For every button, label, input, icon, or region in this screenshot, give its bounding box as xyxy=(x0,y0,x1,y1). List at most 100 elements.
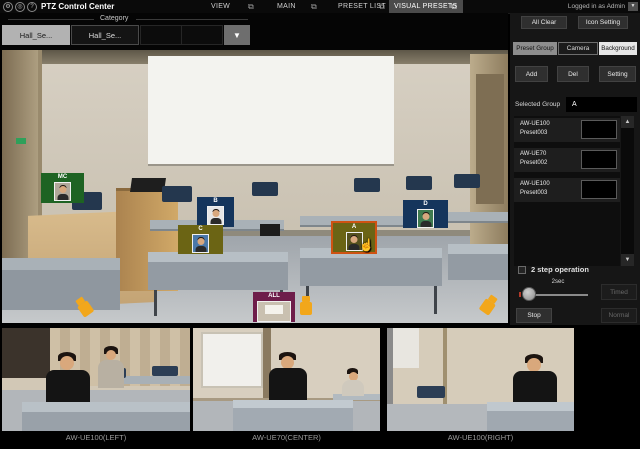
gear-icon[interactable]: ⚙ xyxy=(3,2,13,12)
preset-list-scrollbar[interactable]: ▲ ▼ xyxy=(621,116,634,266)
category-label: Category xyxy=(100,15,129,22)
camera-view-right[interactable] xyxy=(387,328,574,431)
preset-list-item[interactable]: AW-UE100 Preset003 xyxy=(514,118,620,142)
preset-marker-all[interactable]: ALL xyxy=(253,292,295,322)
person-head xyxy=(106,350,116,360)
person-body xyxy=(513,371,557,405)
face-head xyxy=(212,210,219,217)
scene-table xyxy=(448,244,508,254)
login-status: Logged in as Admin xyxy=(567,3,625,10)
help-icon[interactable]: ? xyxy=(27,2,37,12)
selected-group-field[interactable]: A xyxy=(566,97,637,112)
person-body xyxy=(269,368,307,402)
camera-view-center[interactable] xyxy=(193,328,380,431)
category-bar: Category Hall_Se... Hall_Se... ▼ xyxy=(0,13,508,50)
marker-label: B xyxy=(213,198,218,204)
camera-icon-center[interactable] xyxy=(298,295,314,316)
tab-background[interactable]: Background xyxy=(599,42,637,55)
marker-face-thumbnail xyxy=(192,234,209,253)
camera-view-left[interactable] xyxy=(2,328,190,431)
external-link-icon[interactable]: ⧉ xyxy=(379,2,385,11)
scene-chair xyxy=(406,176,432,190)
face-body xyxy=(348,244,360,250)
marker-face-thumbnail xyxy=(54,182,71,201)
all-clear-button[interactable]: All Clear xyxy=(521,16,567,29)
scene-table xyxy=(22,402,190,412)
scene-table-leg xyxy=(434,286,437,314)
preset-list-item[interactable]: AW-UE70 Preset002 xyxy=(514,148,620,172)
person-body xyxy=(342,380,364,396)
person-body xyxy=(98,360,124,388)
preset-marker-mc[interactable]: MC xyxy=(41,173,84,203)
menu-main[interactable]: MAIN xyxy=(277,3,296,10)
marker-label: C xyxy=(198,226,203,232)
slider-value-label: 2sec xyxy=(551,279,565,285)
thumbnail-screen xyxy=(265,305,283,314)
speed-slider-knob[interactable] xyxy=(522,287,536,301)
marker-face-thumbnail xyxy=(417,209,434,228)
app-title: PTZ Control Center xyxy=(41,2,115,11)
tab-camera[interactable]: Camera xyxy=(558,42,598,55)
speed-slider-track[interactable] xyxy=(528,294,588,296)
camera-monitor-strip: AW-UE100(LEFT) AW-UE70(CENTER) AW-UE100(… xyxy=(0,327,640,449)
category-tab-2[interactable]: Hall_Se... xyxy=(71,25,139,45)
preset-camera-name: AW-UE70 xyxy=(520,151,547,157)
preset-marker-b[interactable]: B xyxy=(197,197,234,227)
preset-list-item[interactable]: AW-UE100 Preset003 xyxy=(514,178,620,202)
preset-marker-d[interactable]: D xyxy=(403,200,448,228)
hand-cursor-icon: ☝ xyxy=(359,238,374,252)
marker-room-thumbnail xyxy=(257,301,291,322)
camera-icon-body xyxy=(300,302,312,315)
scene-table-panel xyxy=(2,270,120,310)
face-body xyxy=(195,246,206,252)
normal-button[interactable]: Normal xyxy=(601,308,637,323)
category-tab-1[interactable]: Hall_Se... xyxy=(2,25,70,45)
face-head xyxy=(422,213,429,220)
face-head xyxy=(59,186,66,193)
scene-table-panel xyxy=(22,412,190,431)
menu-view[interactable]: VIEW xyxy=(211,3,230,10)
device-icon[interactable]: ◎ xyxy=(15,2,25,12)
timed-button[interactable]: Timed xyxy=(601,284,637,300)
category-tab-empty xyxy=(140,25,182,45)
face-body xyxy=(57,194,68,200)
preset-control-panel: All Clear Icon Setting Preset Group Came… xyxy=(510,13,640,325)
menu-visual-presets[interactable]: VISUAL PRESETS ⧉ xyxy=(389,0,463,13)
preset-name: Preset003 xyxy=(520,190,548,196)
marker-face-thumbnail xyxy=(207,206,224,225)
scene-table-panel xyxy=(448,254,508,280)
scene-table xyxy=(487,402,574,411)
preset-marker-c[interactable]: C xyxy=(178,225,223,254)
login-dropdown[interactable]: ▼ xyxy=(628,2,638,11)
external-link-icon[interactable]: ⧉ xyxy=(248,2,254,11)
preset-thumbnail xyxy=(581,180,617,199)
main-camera-view[interactable]: MC B C A ☝ D ALL xyxy=(2,50,508,323)
two-step-checkbox[interactable] xyxy=(518,265,526,274)
scene-table-panel xyxy=(148,262,288,290)
scene-projection-screen xyxy=(201,332,263,388)
scroll-down-icon[interactable]: ▼ xyxy=(621,254,634,266)
top-bar: ⚙ ◎ ? PTZ Control Center VIEW ⧉ MAIN ⧉ P… xyxy=(0,0,640,14)
scene-table-leg xyxy=(154,290,157,316)
category-dropdown-button[interactable]: ▼ xyxy=(224,25,250,45)
external-link-icon[interactable]: ⧉ xyxy=(311,2,317,11)
category-tab-empty xyxy=(181,25,223,45)
setting-button[interactable]: Setting xyxy=(599,66,636,82)
two-step-label: 2 step operation xyxy=(531,265,589,274)
scene-chair xyxy=(454,174,480,188)
preset-list: AW-UE100 Preset003 AW-UE70 Preset002 AW-… xyxy=(514,116,620,266)
stop-button[interactable]: Stop xyxy=(516,308,552,323)
scene-table-panel xyxy=(233,408,353,431)
face-body xyxy=(210,218,221,224)
face-head xyxy=(197,238,204,245)
marker-label: ALL xyxy=(268,293,280,299)
preset-name: Preset003 xyxy=(520,130,548,136)
scroll-up-icon[interactable]: ▲ xyxy=(621,116,634,128)
slider-tick xyxy=(519,292,521,297)
add-button[interactable]: Add xyxy=(515,66,548,82)
icon-setting-button[interactable]: Icon Setting xyxy=(578,16,628,29)
tab-preset-group[interactable]: Preset Group xyxy=(513,42,557,55)
selected-group-label: Selected Group xyxy=(515,101,561,108)
preset-camera-name: AW-UE100 xyxy=(520,181,550,187)
del-button[interactable]: Del xyxy=(557,66,589,82)
